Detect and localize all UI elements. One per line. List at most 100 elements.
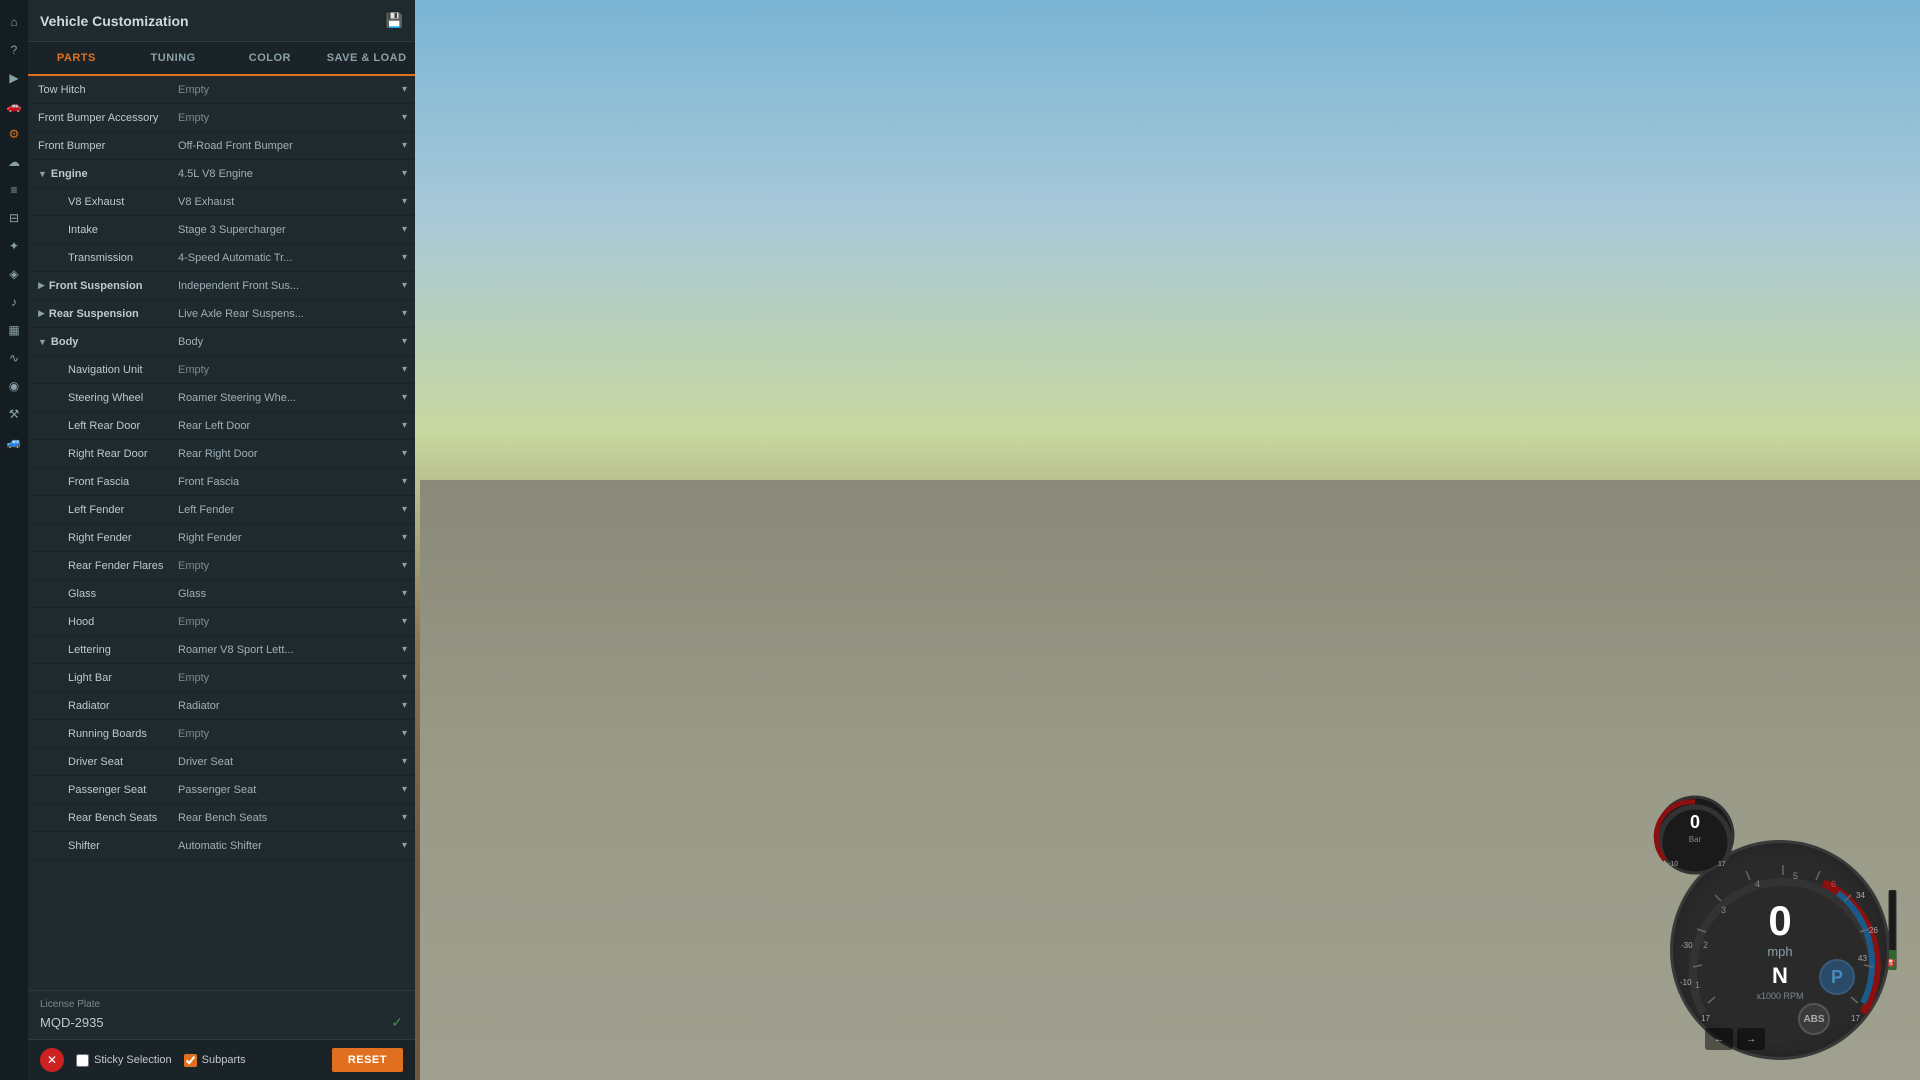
dropdown-arrow[interactable]: ▾ xyxy=(402,252,407,263)
dropdown-arrow[interactable]: ▾ xyxy=(402,168,407,179)
part-row[interactable]: Front Fascia Front Fascia ▾ xyxy=(28,468,415,496)
dropdown-arrow[interactable]: ▾ xyxy=(402,112,407,123)
sidebar-icon-nodes[interactable]: ✦ xyxy=(2,234,26,258)
dropdown-arrow[interactable]: ▾ xyxy=(402,224,407,235)
license-confirm-icon[interactable]: ✓ xyxy=(391,1014,403,1031)
reset-button[interactable]: RESET xyxy=(332,1048,403,1072)
subparts-checkbox-input[interactable] xyxy=(184,1054,197,1067)
sidebar-icon-camera[interactable]: ◉ xyxy=(2,374,26,398)
dropdown-arrow[interactable]: ▾ xyxy=(402,672,407,683)
sidebar-icon-document[interactable]: ≡ xyxy=(2,178,26,202)
part-row[interactable]: Radiator Radiator▾ xyxy=(28,692,415,720)
dropdown-arrow[interactable]: ▾ xyxy=(402,784,407,795)
abs-badge: ABS xyxy=(1798,1003,1830,1035)
dropdown-arrow[interactable]: ▾ xyxy=(402,812,407,823)
dropdown-arrow[interactable]: ▾ xyxy=(402,616,407,627)
dropdown-arrow[interactable]: ▾ xyxy=(402,476,407,487)
dropdown-arrow[interactable]: ▾ xyxy=(402,420,407,431)
dropdown-arrow[interactable]: ▾ xyxy=(402,560,407,571)
sidebar-icon-question[interactable]: ? xyxy=(2,38,26,62)
dropdown-arrow[interactable]: ▾ xyxy=(402,532,407,543)
sidebar-icon-wrench[interactable]: ⚒ xyxy=(2,402,26,426)
svg-text:5: 5 xyxy=(1793,871,1798,881)
part-row[interactable]: Steering Wheel Roamer Steering Whe...▾ xyxy=(28,384,415,412)
dropdown-arrow[interactable]: ▾ xyxy=(402,392,407,403)
part-row[interactable]: Glass Glass▾ xyxy=(28,580,415,608)
part-name-text: Front Fascia xyxy=(68,476,129,488)
tab-color[interactable]: COLOR xyxy=(222,42,319,76)
nav-right-arrow[interactable]: → xyxy=(1737,1028,1765,1050)
part-row[interactable]: ▶ Front Suspension Independent Front Sus… xyxy=(28,272,415,300)
part-row[interactable]: ▼ Body Body▾ xyxy=(28,328,415,356)
tab-tuning[interactable]: TUNING xyxy=(125,42,222,76)
part-row[interactable]: V8 Exhaust V8 Exhaust▾ xyxy=(28,188,415,216)
part-row[interactable]: Shifter Automatic Shifter▾ xyxy=(28,832,415,860)
dropdown-arrow[interactable]: ▾ xyxy=(402,336,407,347)
part-row[interactable]: Running Boards Empty▾ xyxy=(28,720,415,748)
dropdown-arrow[interactable]: ▾ xyxy=(402,756,407,767)
sidebar-icon-play[interactable]: ▶ xyxy=(2,66,26,90)
dropdown-arrow[interactable]: ▾ xyxy=(402,448,407,459)
sidebar-icon-car[interactable]: 🚗 xyxy=(2,94,26,118)
dropdown-arrow[interactable]: ▾ xyxy=(402,280,407,291)
sticky-checkbox-input[interactable] xyxy=(76,1054,89,1067)
part-row[interactable]: Front Bumper Accessory Empty▾ xyxy=(28,104,415,132)
part-name-text: Transmission xyxy=(68,252,133,264)
part-row[interactable]: Intake Stage 3 Supercharger▾ xyxy=(28,216,415,244)
dropdown-arrow[interactable]: ▾ xyxy=(402,700,407,711)
sidebar-icon-cloud[interactable]: ☁ xyxy=(2,150,26,174)
part-row[interactable]: Rear Fender Flares Empty▾ xyxy=(28,552,415,580)
save-icon[interactable]: 💾 xyxy=(386,12,403,29)
part-value-text: Passenger Seat xyxy=(178,784,398,796)
part-row[interactable]: Right Fender Right Fender▾ xyxy=(28,524,415,552)
dropdown-arrow[interactable]: ▾ xyxy=(402,644,407,655)
part-row[interactable]: Lettering Roamer V8 Sport Lett...▾ xyxy=(28,636,415,664)
dropdown-arrow[interactable]: ▾ xyxy=(402,196,407,207)
dropdown-arrow[interactable]: ▾ xyxy=(402,840,407,851)
sidebar-icon-home[interactable]: ⌂ xyxy=(2,10,26,34)
dropdown-arrow[interactable]: ▾ xyxy=(402,728,407,739)
dropdown-arrow[interactable]: ▾ xyxy=(402,364,407,375)
tab-save-load[interactable]: SAVE & LOAD xyxy=(318,42,415,76)
part-row[interactable]: Transmission 4-Speed Automatic Tr...▾ xyxy=(28,244,415,272)
dropdown-arrow[interactable]: ▾ xyxy=(402,588,407,599)
tab-parts[interactable]: PARTS xyxy=(28,42,125,76)
sidebar-icon-cog[interactable]: ◈ xyxy=(2,262,26,286)
part-row[interactable]: Passenger Seat Passenger Seat▾ xyxy=(28,776,415,804)
nav-arrows[interactable]: ← → xyxy=(1705,1028,1765,1050)
part-value-text: Front Fascia xyxy=(178,476,398,488)
part-name-text: Rear Suspension xyxy=(49,308,139,320)
sticky-selection-checkbox[interactable]: Sticky Selection xyxy=(76,1054,172,1067)
dropdown-arrow[interactable]: ▾ xyxy=(402,140,407,151)
part-row[interactable]: ▶ Rear Suspension Live Axle Rear Suspens… xyxy=(28,300,415,328)
sidebar-icon-vehicle[interactable]: 🚙 xyxy=(2,430,26,454)
part-row[interactable]: Hood Empty▾ xyxy=(28,608,415,636)
close-button[interactable]: ✕ xyxy=(40,1048,64,1072)
dropdown-arrow[interactable]: ▾ xyxy=(402,84,407,95)
sidebar-icon-sound[interactable]: ♪ xyxy=(2,290,26,314)
part-name-text: Body xyxy=(51,336,79,348)
license-plate-input[interactable] xyxy=(40,1015,383,1030)
part-row[interactable]: Left Fender Left Fender▾ xyxy=(28,496,415,524)
subparts-checkbox[interactable]: Subparts xyxy=(184,1054,246,1067)
part-value-text: Left Fender xyxy=(178,504,398,516)
part-row[interactable]: Right Rear Door Rear Right Door▾ xyxy=(28,440,415,468)
svg-text:0: 0 xyxy=(1690,812,1700,832)
part-row[interactable]: Tow Hitch Empty▾ xyxy=(28,76,415,104)
sidebar-icon-settings[interactable]: ⚙ xyxy=(2,122,26,146)
part-row[interactable]: Left Rear Door Rear Left Door▾ xyxy=(28,412,415,440)
part-name-text: Driver Seat xyxy=(68,756,123,768)
sidebar-icon-graph[interactable]: ▦ xyxy=(2,318,26,342)
part-row[interactable]: Rear Bench Seats Rear Bench Seats▾ xyxy=(28,804,415,832)
part-row[interactable]: Navigation Unit Empty▾ xyxy=(28,356,415,384)
part-row[interactable]: Light Bar Empty▾ xyxy=(28,664,415,692)
sidebar-icon-wave[interactable]: ∿ xyxy=(2,346,26,370)
part-row[interactable]: ▼ Engine 4.5L V8 Engine▾ xyxy=(28,160,415,188)
part-row[interactable]: Front Bumper Off-Road Front Bumper▾ xyxy=(28,132,415,160)
nav-left-arrow[interactable]: ← xyxy=(1705,1028,1733,1050)
dropdown-arrow[interactable]: ▾ xyxy=(402,308,407,319)
part-row[interactable]: Driver Seat Driver Seat▾ xyxy=(28,748,415,776)
svg-text:17: 17 xyxy=(1718,861,1726,868)
sidebar-icon-sliders[interactable]: ⊟ xyxy=(2,206,26,230)
dropdown-arrow[interactable]: ▾ xyxy=(402,504,407,515)
